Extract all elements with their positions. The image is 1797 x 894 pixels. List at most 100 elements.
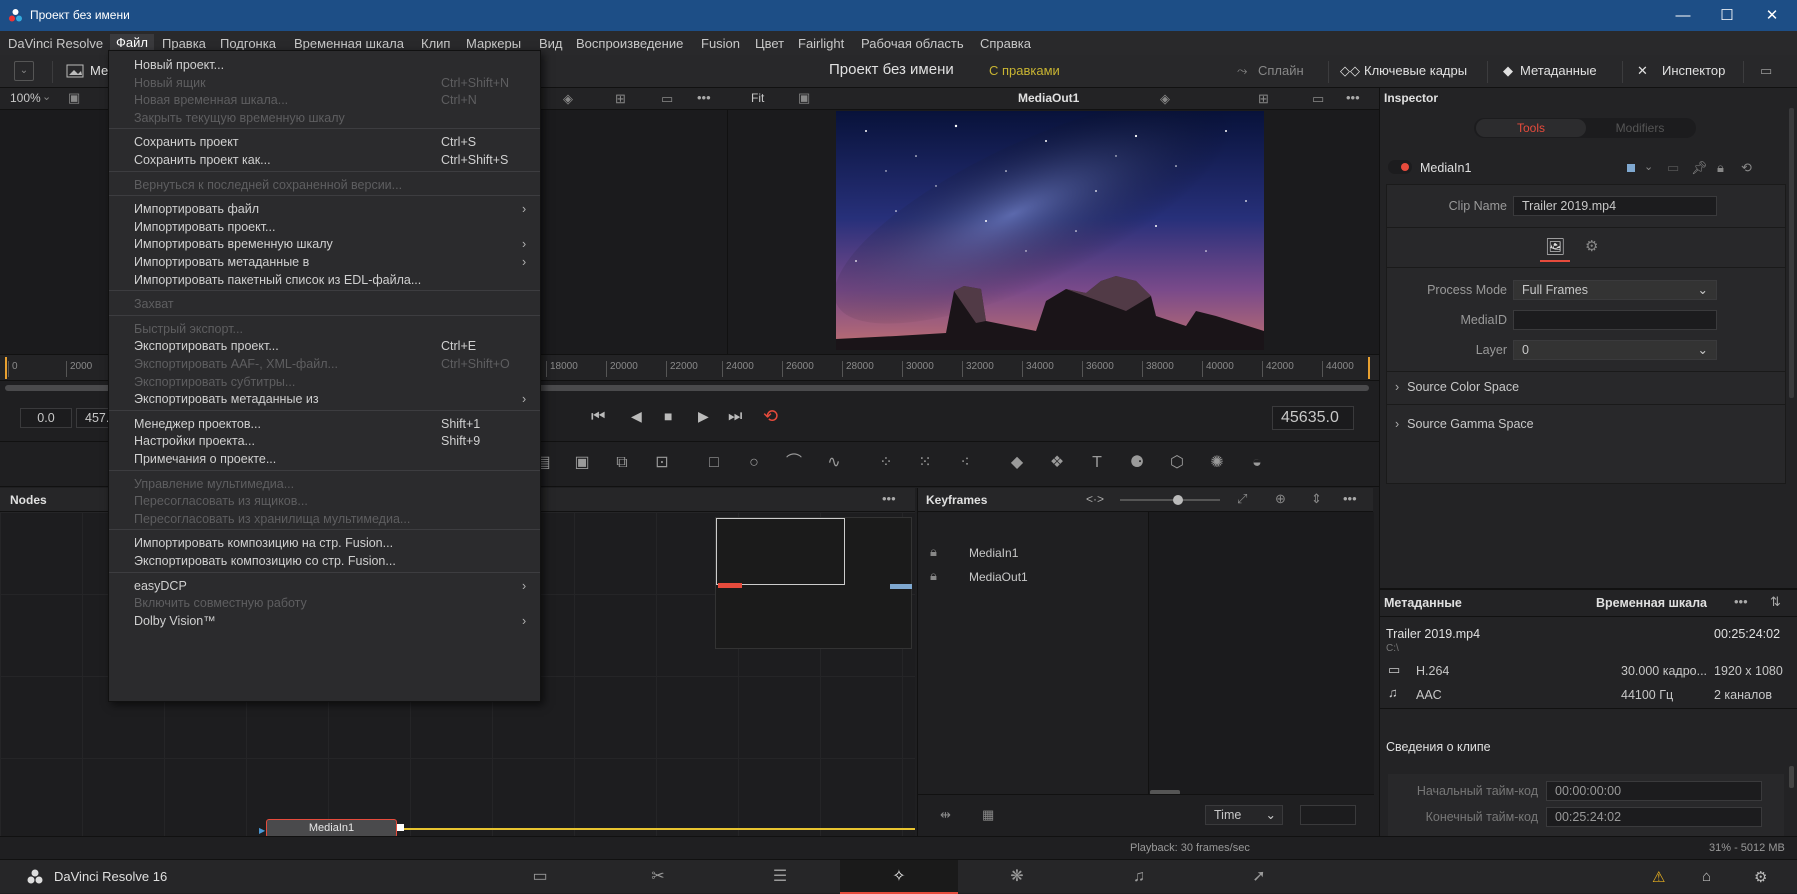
goto-start-icon[interactable]: ⏮: [591, 408, 605, 426]
ellipse-mask-icon[interactable]: ○: [743, 452, 765, 474]
more-icon[interactable]: •••: [882, 491, 896, 506]
menu-markers[interactable]: Маркеры: [466, 36, 521, 51]
play-icon[interactable]: ▶: [698, 408, 709, 425]
roi-icon[interactable]: ▭: [1312, 91, 1324, 107]
versions-icon[interactable]: ▭: [1667, 160, 1679, 176]
edit-page-icon[interactable]: ☰: [721, 860, 839, 894]
deliver-page-icon[interactable]: ➚: [1200, 860, 1318, 894]
monitor-icon[interactable]: ▭: [1760, 63, 1772, 79]
more-icon[interactable]: •••: [1346, 90, 1360, 105]
settings-icon[interactable]: ⚙: [1754, 868, 1767, 886]
node-output-port[interactable]: [397, 824, 404, 831]
goto-end-icon[interactable]: ⏭: [728, 408, 742, 426]
lock-icon[interactable]: 🔒︎: [1717, 160, 1724, 176]
image-tool-icon[interactable]: ▣: [571, 452, 593, 474]
settings-tab-icon[interactable]: ⚙︎: [1585, 237, 1598, 255]
lock-icon[interactable]: 🔒︎: [930, 568, 937, 584]
roi-icon[interactable]: ▭: [661, 91, 673, 107]
layer-select[interactable]: 0 ⌄: [1513, 340, 1717, 360]
inspector-icon[interactable]: ✕: [1637, 63, 1648, 79]
fit-icon[interactable]: <·>: [1086, 492, 1104, 506]
warning-icon[interactable]: ⚠: [1652, 868, 1665, 886]
zoom-icon[interactable]: ⊕: [1275, 491, 1286, 507]
tab-modifiers[interactable]: Modifiers: [1586, 119, 1694, 137]
more-icon[interactable]: •••: [1734, 594, 1748, 609]
node-input-port[interactable]: ▶: [259, 826, 265, 835]
source-color-section[interactable]: › Source Color Space: [1395, 380, 1519, 394]
end-tc-field[interactable]: 00:25:24:02: [1546, 807, 1762, 827]
menu-trim[interactable]: Подгонка: [220, 36, 276, 51]
menu-edit[interactable]: Правка: [162, 36, 206, 51]
tab-tools[interactable]: Tools: [1476, 119, 1586, 137]
file-menu-item[interactable]: Импортировать пакетный список из EDL-фай…: [109, 270, 540, 290]
clip-info-section[interactable]: Сведения о клипе: [1386, 740, 1491, 754]
more-icon[interactable]: •••: [697, 90, 711, 105]
node-navigator[interactable]: [715, 517, 912, 649]
media-pool-button[interactable]: Ме: [90, 63, 108, 78]
menu-help[interactable]: Справка: [980, 36, 1031, 51]
menu-davinci[interactable]: DaVinci Resolve: [8, 36, 103, 51]
fit-selector[interactable]: Fit: [751, 91, 764, 105]
start-tc-field[interactable]: 00:00:00:00: [1546, 781, 1762, 801]
pin-icon[interactable]: 📌︎: [1691, 160, 1708, 176]
zoom-level[interactable]: 100%: [10, 91, 41, 105]
imageplane3d-icon[interactable]: ⬡: [1166, 452, 1188, 474]
file-menu-item[interactable]: Сохранить проект как... Ctrl+Shift+S: [109, 150, 540, 170]
close-button[interactable]: ✕: [1749, 0, 1795, 31]
shape3d-icon[interactable]: ◆: [1006, 452, 1028, 474]
media-page-icon[interactable]: ▭: [481, 860, 599, 894]
menu-playback[interactable]: Воспроизведение: [576, 36, 683, 51]
menu-fusion[interactable]: Fusion: [701, 36, 740, 51]
file-menu-item[interactable]: Dolby Vision™ ›: [109, 611, 540, 631]
process-mode-select[interactable]: Full Frames ⌄: [1513, 280, 1717, 300]
loop-icon[interactable]: ⟲: [763, 406, 778, 427]
keyframe-item[interactable]: MediaOut1: [969, 570, 1028, 584]
inspector-scrollbar[interactable]: [1789, 108, 1794, 398]
fusion-page-icon[interactable]: ✧: [840, 860, 958, 894]
sort-icon[interactable]: ⇅: [1770, 594, 1781, 610]
reset-icon[interactable]: ⟲: [1741, 160, 1752, 176]
keyframe-graph[interactable]: [1149, 512, 1374, 794]
chevron-down-icon[interactable]: ⌄: [14, 61, 34, 81]
particle-bounce-icon[interactable]: ⁖: [954, 452, 976, 474]
polygon-mask-icon[interactable]: ⌒: [783, 452, 805, 474]
color-page-icon[interactable]: ❋: [958, 860, 1076, 894]
transform-tool-icon[interactable]: ⧉: [611, 452, 633, 474]
source-gamma-section[interactable]: › Source Gamma Space: [1395, 417, 1534, 431]
inspector-button[interactable]: Инспектор: [1662, 63, 1725, 78]
bspline-mask-icon[interactable]: ∿: [823, 452, 845, 474]
chevron-down-icon[interactable]: ⌄: [42, 90, 51, 103]
menu-fairlight[interactable]: Fairlight: [798, 36, 844, 51]
text3d-icon[interactable]: T: [1086, 452, 1108, 474]
view-mode-icon[interactable]: ▣: [798, 90, 810, 106]
view-mode-icon[interactable]: ▣: [68, 90, 80, 106]
mediaid-field[interactable]: [1513, 310, 1717, 330]
particle-render-icon[interactable]: ⁙: [914, 452, 936, 474]
metadata-button[interactable]: Метаданные: [1520, 63, 1597, 78]
time-value-field[interactable]: [1300, 805, 1356, 825]
menu-workspace[interactable]: Рабочая область: [861, 36, 964, 51]
maximize-button[interactable]: ☐: [1704, 0, 1750, 31]
play-reverse-icon[interactable]: ◀: [631, 408, 642, 425]
spline-icon[interactable]: ⤳: [1237, 63, 1247, 79]
keyframes-icon[interactable]: ◇◇: [1340, 63, 1360, 79]
menu-clip[interactable]: Клип: [421, 36, 450, 51]
current-timecode[interactable]: 45635.0: [1272, 406, 1354, 430]
rectangle-mask-icon[interactable]: □: [703, 452, 725, 474]
merge-tool-icon[interactable]: ⊡: [651, 452, 673, 474]
image-tab-icon[interactable]: 🖼︎: [1545, 237, 1565, 257]
expand-icon[interactable]: ⤢: [1237, 491, 1247, 507]
file-menu-item[interactable]: Экспортировать композицию со стр. Fusion…: [109, 551, 540, 571]
more-icon[interactable]: •••: [1343, 491, 1357, 506]
home-icon[interactable]: ⌂: [1702, 868, 1711, 885]
particle-emitter-icon[interactable]: ⁘: [875, 452, 897, 474]
file-menu-item[interactable]: Экспортировать метаданные из ›: [109, 389, 540, 409]
merge3d-icon[interactable]: ❖: [1046, 452, 1068, 474]
fairlight-page-icon[interactable]: ♫: [1080, 860, 1198, 894]
cut-page-icon[interactable]: ✂: [599, 860, 717, 894]
table-icon[interactable]: ▦: [982, 807, 994, 823]
start-time-field[interactable]: 0.0: [20, 408, 72, 428]
stop-icon[interactable]: ■: [664, 408, 672, 424]
file-menu-item[interactable]: Примечания о проекте...: [109, 449, 540, 469]
color-icon[interactable]: ◈: [563, 91, 573, 107]
